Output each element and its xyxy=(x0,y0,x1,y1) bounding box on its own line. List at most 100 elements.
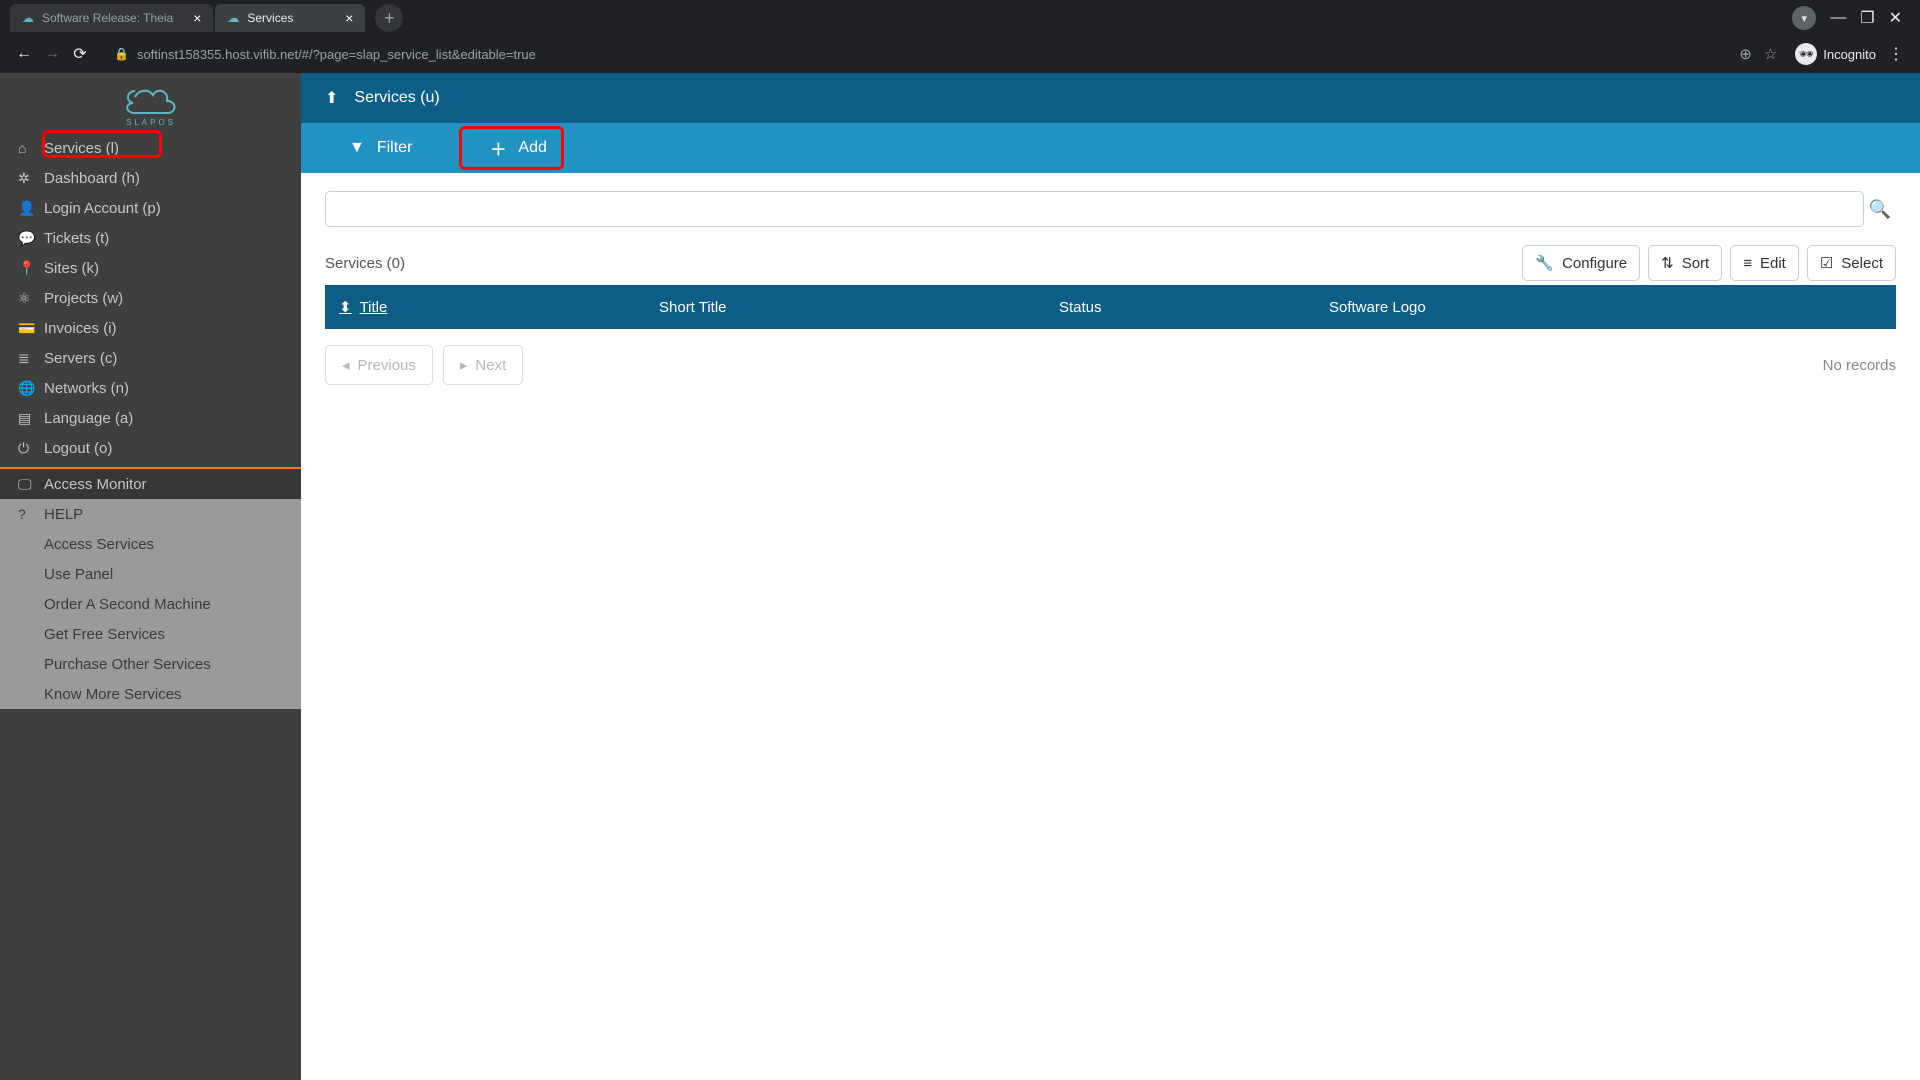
sort-label: Sort xyxy=(1682,255,1710,272)
address-bar[interactable]: 🔒 softinst158355.host.vifib.net/#/?page=… xyxy=(102,40,1731,68)
forward-button[interactable]: → xyxy=(38,40,66,68)
sidebar-item-label: Projects (w) xyxy=(44,290,123,307)
lang-icon: ▤ xyxy=(18,410,44,427)
close-icon[interactable]: × xyxy=(345,10,353,26)
next-label: Next xyxy=(475,357,506,374)
list-icon: ≡ xyxy=(1743,255,1752,272)
close-window-icon[interactable]: ✕ xyxy=(1889,8,1902,28)
sidebar-item-label: Access Monitor xyxy=(44,476,147,493)
configure-button[interactable]: 🔧 Configure xyxy=(1522,245,1640,281)
no-records-label: No records xyxy=(1823,357,1896,374)
back-button[interactable]: ← xyxy=(10,40,38,68)
svg-text:SLAPOS: SLAPOS xyxy=(125,118,175,127)
sidebar-help-item[interactable]: Use Panel xyxy=(0,559,301,589)
filter-icon: ▼ xyxy=(349,139,365,157)
logo[interactable]: SLAPOS xyxy=(0,73,301,133)
sidebar-item[interactable]: 💬Tickets (t) xyxy=(0,223,301,253)
column-software-logo[interactable]: Software Logo xyxy=(1315,299,1896,316)
tab-inactive[interactable]: ☁ Software Release: Theia × xyxy=(10,4,213,32)
add-label: Add xyxy=(518,139,546,157)
filter-button[interactable]: ▼ Filter xyxy=(325,123,436,173)
column-short-title[interactable]: Short Title xyxy=(645,299,1045,316)
sidebar-item-label: Get Free Services xyxy=(44,626,165,643)
sidebar-item-label: HELP xyxy=(44,506,83,523)
sidebar-item-label: Access Services xyxy=(44,536,154,553)
sidebar-item-label: Purchase Other Services xyxy=(44,656,211,673)
sidebar-item[interactable]: ✲Dashboard (h) xyxy=(0,163,301,193)
pagination-row: ◂ Previous ▸ Next No records xyxy=(325,345,1896,385)
sort-button[interactable]: ⇅ Sort xyxy=(1648,245,1722,281)
sidebar-item-label: Networks (n) xyxy=(44,380,129,397)
previous-label: Previous xyxy=(358,357,416,374)
pin-icon: 📍 xyxy=(18,260,44,277)
account-button[interactable]: ▾ xyxy=(1792,6,1816,30)
sidebar-help-item[interactable]: Get Free Services xyxy=(0,619,301,649)
table: ⬍ Title Short Title Status Software Logo xyxy=(325,285,1896,329)
edit-label: Edit xyxy=(1760,255,1786,272)
sidebar-help-section: ? HELP Access Services Use PanelOrder A S… xyxy=(0,499,301,709)
column-title[interactable]: ⬍ Title xyxy=(325,298,645,316)
incognito-badge[interactable]: 🕶 Incognito xyxy=(1789,43,1882,65)
sidebar-item[interactable]: 📍Sites (k) xyxy=(0,253,301,283)
sidebar-item[interactable]: 👤Login Account (p) xyxy=(0,193,301,223)
sidebar-item-label: Language (a) xyxy=(44,410,133,427)
action-buttons: 🔧 Configure ⇅ Sort ≡ Edit ☑ Select xyxy=(1522,245,1896,281)
sidebar-item[interactable]: ⏻Logout (o) xyxy=(0,433,301,463)
chevron-left-icon: ◂ xyxy=(342,356,350,374)
dashboard-icon: ✲ xyxy=(18,170,44,187)
breadcrumb[interactable]: Services (u) xyxy=(354,89,439,107)
reload-button[interactable]: ⟳ xyxy=(66,40,94,68)
plus-icon: ＋ xyxy=(490,136,506,160)
sort-icon: ⇅ xyxy=(1661,254,1674,272)
zoom-icon[interactable]: ⊕ xyxy=(1739,45,1752,63)
sidebar-item-help-title: ? HELP xyxy=(0,499,301,529)
sidebar-item[interactable]: ≣Servers (c) xyxy=(0,343,301,373)
up-arrow-icon[interactable]: ⬆ xyxy=(325,88,338,108)
address-row: ← → ⟳ 🔒 softinst158355.host.vifib.net/#/… xyxy=(0,36,1920,72)
new-tab-button[interactable]: + xyxy=(375,4,403,32)
toolbar: ▼ Filter ＋ Add xyxy=(301,123,1920,173)
close-icon[interactable]: × xyxy=(193,10,201,26)
sidebar-item-access-monitor[interactable]: 🖵 Access Monitor xyxy=(0,469,301,499)
add-button[interactable]: ＋ Add xyxy=(466,123,570,173)
chevron-down-icon: ▾ xyxy=(1801,12,1807,25)
cloud-icon: ☁ xyxy=(22,11,34,25)
sidebar-item[interactable]: 💳Invoices (i) xyxy=(0,313,301,343)
sidebar-item-label: Services (l) xyxy=(44,140,119,157)
previous-button[interactable]: ◂ Previous xyxy=(325,345,433,385)
search-icon[interactable]: 🔍 xyxy=(1864,199,1896,220)
url-text: softinst158355.host.vifib.net/#/?page=sl… xyxy=(137,47,536,62)
sidebar-help-item[interactable]: Access Services xyxy=(0,529,301,559)
column-short-label: Short Title xyxy=(659,299,727,316)
sidebar-help-item[interactable]: Order A Second Machine xyxy=(0,589,301,619)
select-button[interactable]: ☑ Select xyxy=(1807,245,1896,281)
content: ⬆ Services (u) ▼ Filter ＋ Add 🔍 Services… xyxy=(301,73,1920,1080)
sidebar-item-label: Sites (k) xyxy=(44,260,99,277)
column-status[interactable]: Status xyxy=(1045,299,1315,316)
maximize-icon[interactable]: ❐ xyxy=(1860,8,1874,28)
chat-icon: 💬 xyxy=(18,230,44,247)
configure-label: Configure xyxy=(1562,255,1627,272)
sidebar-item[interactable]: ⚛Projects (w) xyxy=(0,283,301,313)
minimize-icon[interactable]: — xyxy=(1830,9,1846,27)
search-input[interactable] xyxy=(325,191,1864,227)
monitor-icon: 🖵 xyxy=(18,476,44,493)
sidebar-item-label: Dashboard (h) xyxy=(44,170,140,187)
bookmark-star-icon[interactable]: ☆ xyxy=(1764,45,1777,63)
tab-bar: ☁ Software Release: Theia × ☁ Services ×… xyxy=(0,0,1920,36)
services-count: Services (0) xyxy=(325,255,405,272)
sidebar-help-item[interactable]: Know More Services xyxy=(0,679,301,709)
edit-button[interactable]: ≡ Edit xyxy=(1730,245,1799,281)
column-title-label: Title xyxy=(360,299,388,316)
sidebar-item[interactable]: ▤Language (a) xyxy=(0,403,301,433)
incognito-label: Incognito xyxy=(1823,47,1876,62)
sidebar-item[interactable]: ⌂Services (l) xyxy=(0,133,301,163)
next-button[interactable]: ▸ Next xyxy=(443,345,523,385)
table-head: ⬍ Title Short Title Status Software Logo xyxy=(325,285,1896,329)
sidebar-item-label: Know More Services xyxy=(44,686,182,703)
browser-menu-button[interactable]: ⋮ xyxy=(1882,40,1910,68)
sidebar-help-item[interactable]: Purchase Other Services xyxy=(0,649,301,679)
sidebar-item[interactable]: 🌐Networks (n) xyxy=(0,373,301,403)
tab-active[interactable]: ☁ Services × xyxy=(215,4,365,32)
search-row: 🔍 xyxy=(325,191,1896,227)
